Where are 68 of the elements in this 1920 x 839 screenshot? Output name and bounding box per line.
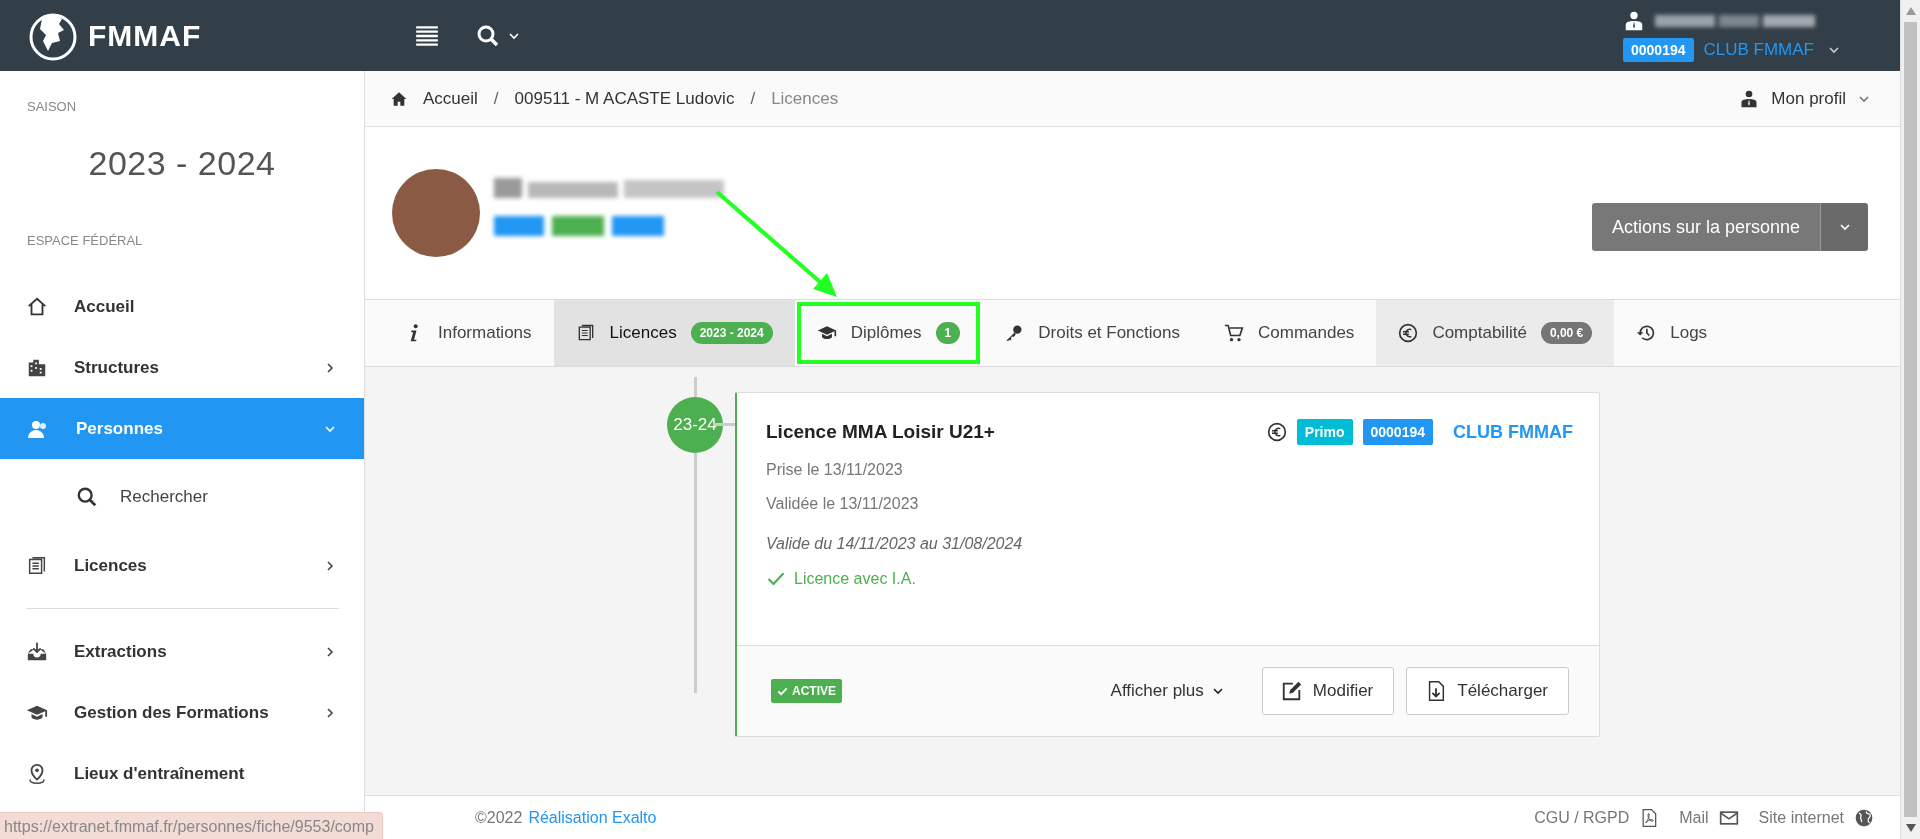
euro-icon bbox=[1398, 323, 1419, 343]
section-label: ESPACE FÉDÉRAL bbox=[26, 233, 144, 248]
map-pin-icon bbox=[26, 762, 48, 785]
tab[interactable]: Commandes bbox=[1202, 300, 1377, 366]
validity-period: Valide du 14/11/2023 au 31/08/2024 bbox=[766, 535, 1024, 553]
user-icon bbox=[1739, 88, 1760, 109]
house-icon bbox=[26, 295, 48, 318]
insurance-label: Licence avec I.A. bbox=[794, 570, 916, 588]
sidebar-item[interactable]: Lieux d'entraînement bbox=[0, 743, 364, 804]
chevron-icon bbox=[324, 645, 336, 658]
chevron-icon bbox=[1211, 685, 1224, 697]
tag: 0000194 bbox=[1362, 419, 1433, 445]
count-badge: 0,00 € bbox=[1540, 322, 1593, 344]
home-icon bbox=[391, 90, 407, 107]
sidebar-item[interactable]: Accueil bbox=[0, 276, 364, 337]
edit-button[interactable]: Modifier bbox=[1261, 667, 1395, 715]
tab[interactable]: Licences 2023 - 2024 bbox=[553, 300, 795, 366]
sidebar-item[interactable]: Gestion des Formations bbox=[0, 682, 364, 743]
chevron-icon bbox=[324, 706, 336, 719]
status-badge: ACTIVE bbox=[771, 679, 842, 703]
count-badge: 1 bbox=[935, 322, 961, 344]
copyright: ©2022 bbox=[475, 808, 523, 827]
status-url: https://extranet.fmmaf.fr/personnes/fiche/9553/comp bbox=[0, 812, 383, 839]
check-icon bbox=[777, 685, 788, 697]
footer-link[interactable]: Mail bbox=[1679, 807, 1739, 828]
search-icon bbox=[76, 486, 98, 508]
scrollbar-thumb[interactable] bbox=[1904, 22, 1917, 817]
documents-icon bbox=[26, 554, 48, 577]
actions-button[interactable]: Actions sur la personne bbox=[1591, 203, 1820, 251]
chevron-icon bbox=[324, 361, 336, 374]
sidebar-item[interactable]: Structures bbox=[0, 337, 364, 398]
breadcrumb-separator: / bbox=[493, 88, 499, 109]
breadcrumb-link[interactable]: 009511 - M ACASTE Ludovic bbox=[514, 88, 735, 109]
licence-date: Validée le 13/11/2023 bbox=[766, 495, 920, 513]
edit-icon bbox=[1280, 680, 1303, 702]
logo-text: FMMAF bbox=[88, 18, 202, 53]
season-value: 2023 - 2024 bbox=[87, 143, 277, 184]
show-more-button[interactable]: Afficher plus bbox=[1104, 680, 1230, 702]
tab[interactable]: Logs bbox=[1614, 300, 1730, 366]
profile-menu[interactable]: Mon profil bbox=[1739, 88, 1876, 109]
euro-icon bbox=[1266, 422, 1287, 442]
count-badge: 2023 - 2024 bbox=[690, 322, 773, 344]
caret-icon bbox=[1838, 221, 1851, 233]
tag: Primo bbox=[1296, 419, 1353, 445]
season-circle: 23-24 bbox=[667, 397, 723, 453]
tab[interactable]: Informations bbox=[382, 300, 554, 366]
scroll-down-arrow[interactable] bbox=[1906, 824, 1916, 832]
breadcrumb-link[interactable]: Accueil bbox=[423, 88, 478, 109]
tab[interactable]: Diplômes 1 bbox=[794, 300, 983, 366]
tab[interactable]: Droits et Fonctions bbox=[982, 300, 1202, 366]
licence-title: Licence MMA Loisir U21+ bbox=[766, 421, 995, 443]
chevron-icon bbox=[324, 559, 336, 572]
footer-link[interactable]: CGU / RGPD bbox=[1534, 807, 1660, 828]
search-icon bbox=[476, 23, 500, 48]
breadcrumb-separator: / bbox=[750, 88, 756, 109]
globe-icon bbox=[1854, 807, 1874, 828]
sidebar-item[interactable]: Licences bbox=[0, 535, 364, 596]
season-label: SAISON bbox=[26, 98, 78, 114]
cart-icon bbox=[1224, 323, 1244, 343]
user-icon bbox=[1623, 9, 1645, 32]
tray-download-icon bbox=[26, 640, 48, 663]
licence-date: Prise le 13/11/2023 bbox=[766, 461, 904, 479]
history-icon bbox=[1636, 323, 1657, 343]
sidebar-subitem[interactable]: Rechercher bbox=[0, 459, 364, 535]
club-code-badge: 0000194 bbox=[1623, 37, 1694, 62]
tab[interactable]: Comptabilité 0,00 € bbox=[1376, 300, 1615, 366]
footer-link[interactable]: Site internet bbox=[1758, 807, 1874, 828]
download-button[interactable]: Télécharger bbox=[1406, 667, 1569, 715]
